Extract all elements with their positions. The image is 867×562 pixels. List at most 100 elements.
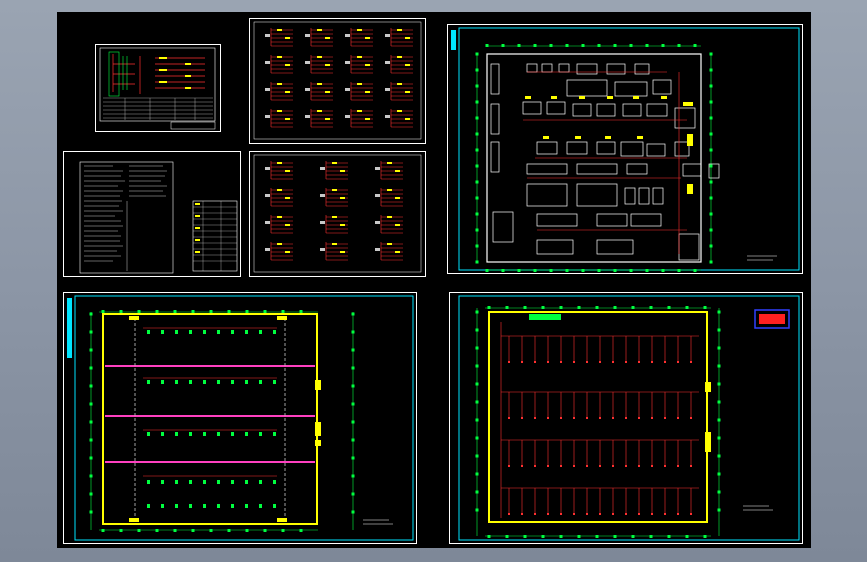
axis-bubble [475,364,479,368]
axis-bubble [475,228,479,232]
light-fixture [245,330,248,334]
axis-bubble [173,310,177,313]
axis-bubble [717,472,721,476]
axis-bubble [155,529,159,532]
schedule-breaker [277,83,282,85]
axis-bubble [717,418,721,422]
light-fixture [189,330,192,334]
power-outlet [586,465,588,467]
axis-bubble [517,44,521,47]
sheet-equipment-layout-plan[interactable] [447,24,803,274]
axis-bubble [709,244,713,248]
power-outlet [508,361,510,363]
axis-bubble [475,68,479,72]
schedule-label [375,221,380,224]
light-fixture [161,432,164,436]
sheet-design-notes[interactable] [63,151,241,277]
schedule-breaker [277,110,282,112]
schedule-breaker [277,162,282,164]
schedule-breaker [285,37,290,39]
axis-bubble [667,306,671,309]
axis-bubble [475,196,479,200]
power-outlet [534,361,536,363]
schedule-breaker [340,251,345,253]
axis-bubble [173,529,177,532]
power-outlet [573,513,575,515]
sheet-lighting-wiring-plan[interactable] [63,292,417,544]
light-fixture [259,330,262,334]
axis-bubble [709,228,713,232]
sheet-distribution-box-schedules-2[interactable] [249,151,426,277]
schedule-breaker [325,64,330,66]
schedule-label [320,221,325,224]
sheet-power-grid-plan[interactable] [449,292,803,544]
axis-bubble [475,132,479,136]
axis-bubble [89,330,93,334]
schedule-label [385,88,390,91]
axis-bubble [351,330,355,334]
power-outlet [651,361,653,363]
axis-bubble [475,382,479,386]
power-outlet [690,465,692,467]
light-fixture [147,432,150,436]
schedule-breaker [325,37,330,39]
power-outlet [612,465,614,467]
axis-bubble [549,44,553,47]
cad-model-space[interactable] [57,12,811,548]
axis-bubble [565,269,569,272]
axis-bubble [709,132,713,136]
light-fixture [217,432,220,436]
sheet-distribution-box-schedules-1[interactable] [249,18,426,144]
light-fixture [175,380,178,384]
axis-bubble [475,454,479,458]
light-fixture [259,480,262,484]
schedule-breaker [405,64,410,66]
power-outlet [638,465,640,467]
axis-bubble [475,212,479,216]
power-outlet [625,465,627,467]
power-outlet [677,513,679,515]
light-fixture [245,432,248,436]
schedule-breaker [285,197,290,199]
light-fixture [203,504,206,508]
schedule-label [265,221,270,224]
axis-bubble [475,508,479,512]
schedule-breaker [395,170,400,172]
axis-bubble [631,535,635,538]
axis-bubble [559,535,563,538]
axis-bubble [541,306,545,309]
schedule-breaker [365,118,370,120]
schedule-label [320,194,325,197]
light-fixture [273,330,276,334]
schedule-breaker [317,83,322,85]
light-fixture [175,330,178,334]
power-outlet [664,513,666,515]
schedule-breaker [277,56,282,58]
axis-bubble [89,366,93,370]
axis-bubble [597,44,601,47]
power-outlet [573,417,575,419]
schedule-breaker [285,224,290,226]
axis-bubble [227,310,231,313]
power-outlet [612,417,614,419]
axis-bubble [245,529,249,532]
axis-bubble [717,328,721,332]
axis-bubble [677,269,681,272]
axis-bubble [89,402,93,406]
schedule-label [320,248,325,251]
axis-bubble [281,310,285,313]
axis-bubble [631,306,635,309]
axis-bubble [191,529,195,532]
power-outlet [625,361,627,363]
axis-bubble [299,310,303,313]
light-fixture [217,504,220,508]
sheet-system-diagram[interactable] [95,44,221,132]
light-fixture [147,330,150,334]
axis-bubble [351,510,355,514]
power-outlet [638,361,640,363]
light-fixture [161,480,164,484]
schedule-breaker [357,83,362,85]
light-fixture [203,432,206,436]
light-fixture [161,330,164,334]
axis-bubble [281,529,285,532]
